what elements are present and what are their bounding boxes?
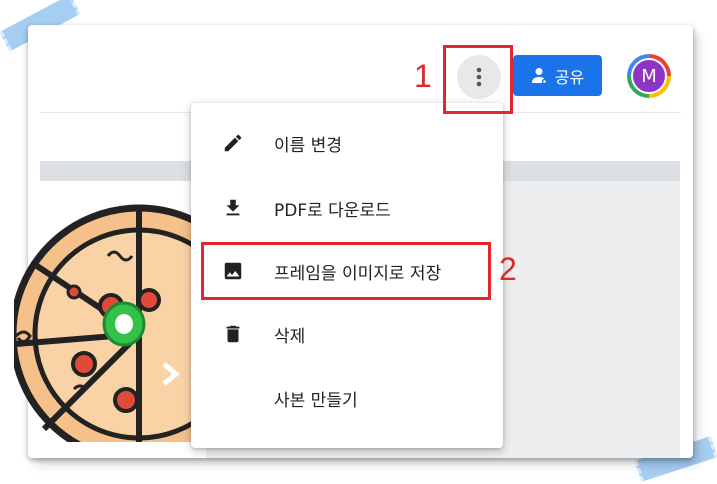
highlight-box-save-image [201,242,491,300]
person-share-icon [531,67,547,84]
pencil-icon [221,131,245,155]
highlight-box-more-options [443,45,513,114]
menu-item-make-copy[interactable]: 사본 만들기 [191,370,503,426]
menu-item-delete[interactable]: 삭제 [191,306,503,362]
menu-item-label: 사본 만들기 [274,390,358,411]
menu-item-label: 삭제 [274,326,306,347]
menu-item-label: PDF로 다운로드 [274,200,391,221]
step-number-1: 1 [414,58,432,94]
menu-item-rename[interactable]: 이름 변경 [191,115,503,171]
menu-item-download-pdf[interactable]: PDF로 다운로드 [191,180,503,236]
trash-icon [221,322,245,346]
pizza-illustration [14,204,194,442]
share-label: 공유 [554,67,585,87]
avatar-initial: M [631,58,667,94]
download-icon [221,196,245,220]
share-button[interactable]: 공유 [513,55,602,96]
avatar[interactable]: M [627,54,671,98]
menu-item-label: 이름 변경 [274,135,342,156]
step-number-2: 2 [499,251,517,287]
